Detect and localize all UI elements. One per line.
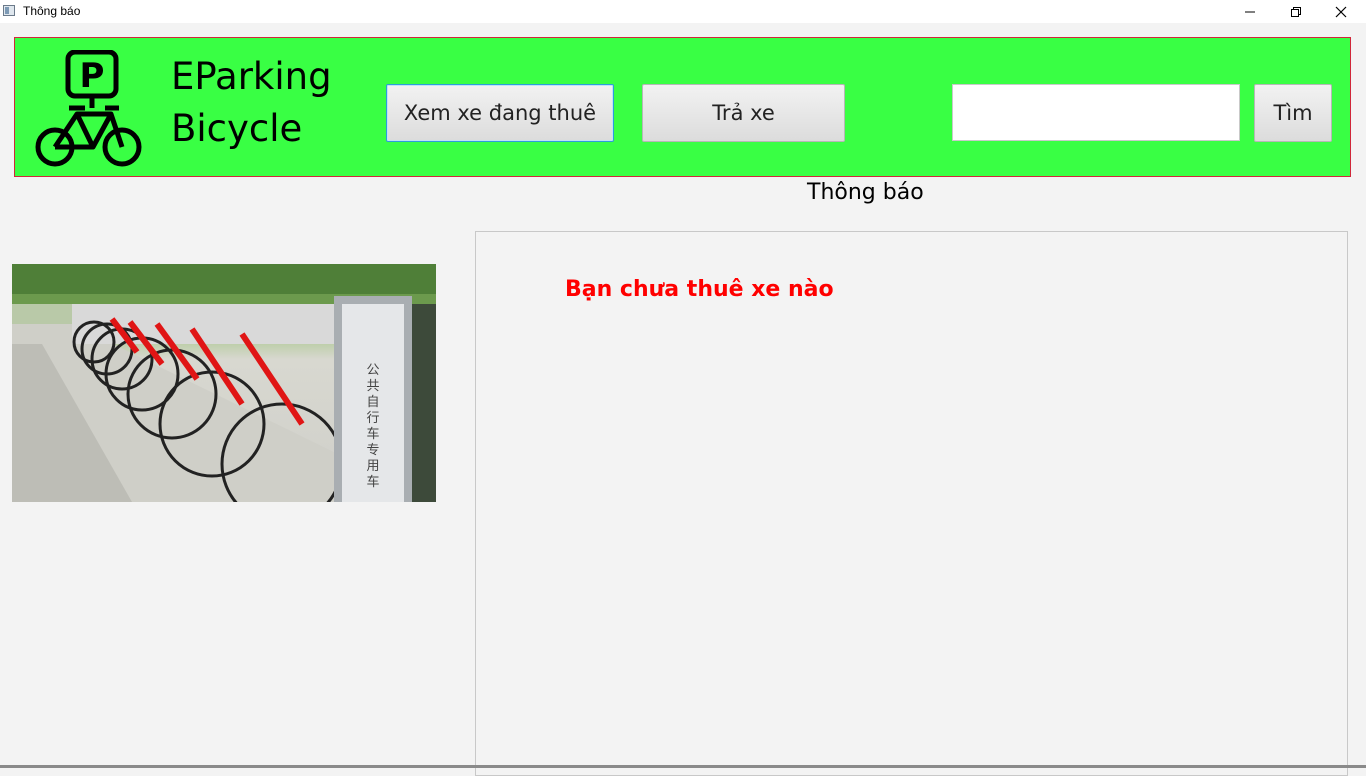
close-icon — [1335, 6, 1347, 17]
no-rental-message: Bạn chưa thuê xe nào — [565, 277, 834, 302]
brand-subtitle: Bicycle — [171, 107, 303, 150]
search-input[interactable] — [952, 84, 1240, 141]
message-panel: Bạn chưa thuê xe nào — [475, 231, 1348, 776]
notice-title: Thông báo — [807, 180, 924, 205]
restore-icon — [1291, 6, 1301, 17]
title-bar: Thông báo — [0, 0, 1366, 23]
find-button[interactable]: Tìm — [1254, 84, 1332, 142]
svg-text:专: 专 — [366, 443, 379, 458]
svg-text:公: 公 — [366, 363, 379, 378]
close-button[interactable] — [1318, 0, 1364, 23]
brand-name: EParking — [171, 55, 332, 98]
minimize-icon — [1245, 11, 1255, 12]
app-icon — [3, 5, 15, 16]
svg-text:行: 行 — [366, 411, 379, 426]
view-rented-bikes-button[interactable]: Xem xe đang thuê — [386, 84, 614, 142]
window-title: Thông báo — [23, 4, 81, 18]
parking-bicycle-icon: P — [35, 50, 142, 167]
return-bike-button[interactable]: Trả xe — [642, 84, 845, 142]
svg-text:车: 车 — [366, 474, 379, 490]
svg-text:共: 共 — [366, 379, 379, 394]
restore-button[interactable] — [1273, 0, 1319, 23]
bicycle-rack-photo: 公 共 自 行 车 专 用 车 — [12, 264, 436, 502]
svg-text:自: 自 — [366, 395, 379, 410]
svg-text:用: 用 — [366, 459, 379, 474]
svg-text:P: P — [80, 56, 105, 96]
header-panel: P EParking Bicycle Xem xe đang thuê Trả … — [14, 37, 1351, 177]
svg-text:车: 车 — [366, 426, 379, 442]
minimize-button[interactable] — [1227, 0, 1273, 23]
